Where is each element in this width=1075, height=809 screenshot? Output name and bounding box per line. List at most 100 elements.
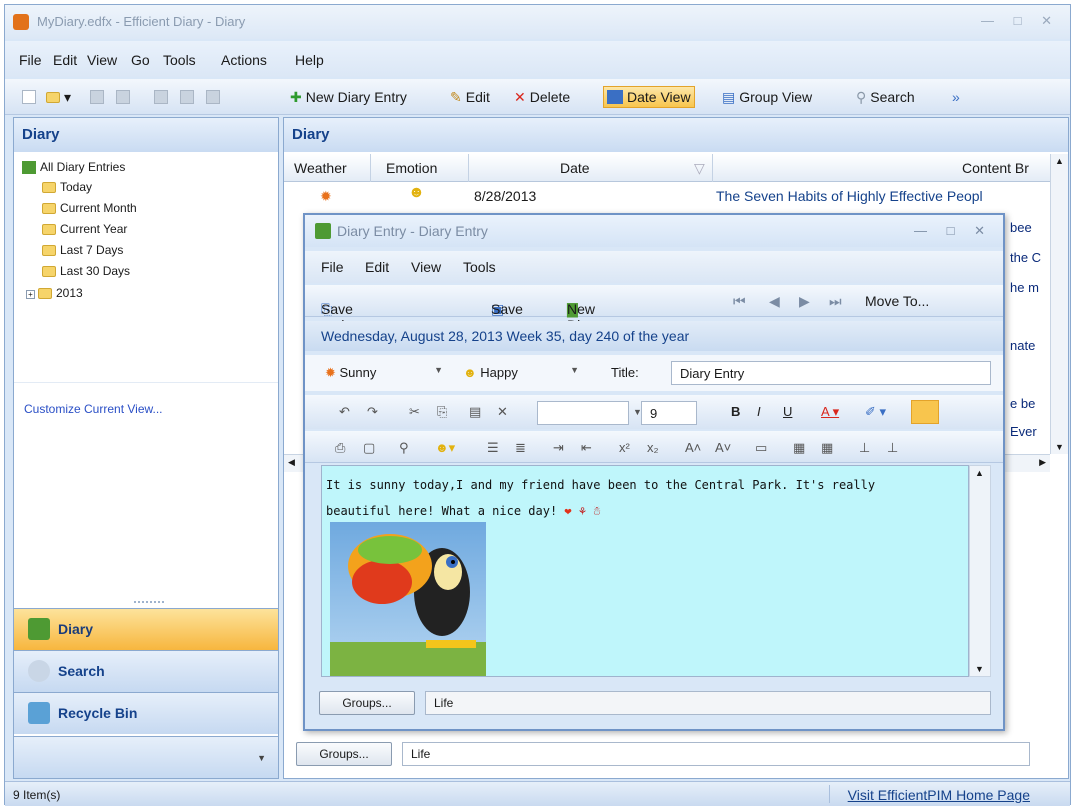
scroll-down-icon[interactable]: ▼: [975, 664, 984, 674]
superscript-icon[interactable]: x²: [619, 440, 630, 456]
dialog-menu-edit[interactable]: Edit: [365, 259, 389, 275]
list-vertical-scrollbar[interactable]: ▲ ▼: [1050, 154, 1068, 454]
more-options-icon[interactable]: »: [949, 86, 963, 108]
tree-item-current-month[interactable]: Current Month: [42, 201, 137, 215]
bullets-icon[interactable]: ☰: [487, 440, 499, 456]
dialog-window-controls[interactable]: — □ ✕: [914, 223, 993, 239]
last-entry-icon[interactable]: ⏭: [829, 293, 842, 310]
column-emotion[interactable]: Emotion: [386, 160, 437, 176]
weather-select[interactable]: ✹ Sunny ▼: [319, 361, 449, 385]
open-folder-icon[interactable]: ▾: [43, 86, 74, 108]
menu-file[interactable]: File: [19, 52, 42, 68]
search-button[interactable]: ⚲ Search: [853, 86, 918, 108]
toucan-image[interactable]: [330, 522, 486, 676]
tree-item-last-30-days[interactable]: Last 30 Days: [42, 264, 130, 278]
filter-icon[interactable]: ▽: [694, 160, 705, 177]
find-icon[interactable]: ⚲: [399, 440, 409, 456]
column-content[interactable]: Content Br: [962, 160, 1029, 176]
subscript-icon[interactable]: x₂: [647, 440, 659, 456]
insert-box-icon[interactable]: ▭: [755, 440, 767, 456]
indent-icon[interactable]: ⇥: [553, 440, 564, 456]
emoticon-icon[interactable]: ☻▾: [435, 440, 455, 456]
print-icon[interactable]: ⎙: [335, 440, 345, 456]
menu-tools[interactable]: Tools: [163, 52, 196, 68]
column-weather[interactable]: Weather: [294, 160, 347, 176]
new-entry-button[interactable]: ✚ New Diary Entry: [287, 86, 410, 108]
underline-icon[interactable]: U: [783, 404, 792, 420]
paragraph-format-icon[interactable]: [911, 400, 939, 424]
menu-actions[interactable]: Actions: [221, 52, 267, 68]
table-icon[interactable]: ▦: [821, 440, 833, 456]
scroll-down-icon[interactable]: ▼: [1055, 442, 1064, 452]
dialog-menu-view[interactable]: View: [411, 259, 441, 275]
numbering-icon[interactable]: ≣: [515, 440, 526, 456]
bold-icon[interactable]: B: [731, 404, 740, 420]
outdent-icon[interactable]: ⇤: [581, 440, 592, 456]
scroll-left-icon[interactable]: ◀: [288, 457, 295, 468]
tree-item-last-7-days[interactable]: Last 7 Days: [42, 243, 123, 257]
paste-icon[interactable]: ▤: [469, 404, 481, 420]
scroll-up-icon[interactable]: ▲: [1055, 156, 1064, 166]
tree-item-today[interactable]: Today: [42, 180, 92, 194]
nav-button-diary[interactable]: Diary: [14, 608, 278, 650]
align-icon[interactable]: ⊥: [859, 440, 870, 456]
scroll-up-icon[interactable]: ▲: [975, 468, 984, 478]
edit-button[interactable]: ✎ Edit: [447, 86, 493, 108]
previous-entry-icon[interactable]: ◀: [769, 293, 780, 310]
table-icon[interactable]: ▦: [793, 440, 805, 456]
menu-edit[interactable]: Edit: [53, 52, 77, 68]
entry-body[interactable]: It is sunny today,I and my friend have b…: [326, 472, 956, 524]
copy-icon[interactable]: ⎘: [437, 404, 447, 420]
menu-view[interactable]: View: [87, 52, 117, 68]
highlight-icon[interactable]: ✐ ▾: [865, 404, 886, 420]
editor-scrollbar[interactable]: ▲ ▼: [969, 465, 991, 677]
nav-pane-footer[interactable]: ▼: [14, 736, 278, 778]
tree-item-current-year[interactable]: Current Year: [42, 222, 127, 236]
clear-icon[interactable]: ✕: [497, 404, 508, 420]
shrink-font-icon[interactable]: A˅: [715, 440, 731, 456]
preview-icon[interactable]: [113, 86, 133, 108]
chevron-down-icon[interactable]: ▼: [257, 753, 266, 763]
paste-icon[interactable]: [203, 86, 223, 108]
scroll-right-icon[interactable]: ▶: [1039, 457, 1046, 468]
first-entry-icon[interactable]: ⏮: [733, 293, 746, 310]
splitter-grip[interactable]: [134, 601, 164, 605]
font-size-select[interactable]: 9: [641, 401, 697, 425]
dialog-groups-field[interactable]: Life: [425, 691, 991, 715]
column-date[interactable]: Date: [560, 160, 590, 176]
font-color-icon[interactable]: A ▾: [821, 404, 839, 420]
nav-button-recycle-bin[interactable]: Recycle Bin: [14, 692, 278, 734]
new-file-icon[interactable]: [19, 86, 39, 108]
title-input[interactable]: Diary Entry: [671, 361, 991, 385]
cut-icon[interactable]: ✂: [409, 404, 420, 420]
nav-button-search[interactable]: Search: [14, 650, 278, 692]
move-to-button[interactable]: Move To...: [865, 293, 929, 309]
window-controls[interactable]: — □ ✕: [981, 13, 1060, 29]
preview-icon[interactable]: ▢: [363, 440, 375, 456]
tree-item-2013[interactable]: +2013: [26, 286, 83, 300]
date-view-button[interactable]: Date View: [603, 86, 695, 108]
menu-go[interactable]: Go: [131, 52, 150, 68]
dialog-groups-button[interactable]: Groups...: [319, 691, 415, 715]
delete-button[interactable]: ✕ Delete: [511, 86, 573, 108]
entry-editor[interactable]: It is sunny today,I and my friend have b…: [321, 465, 969, 677]
customize-view-link[interactable]: Customize Current View...: [24, 402, 163, 416]
main-groups-field[interactable]: Life: [402, 742, 1030, 766]
tree-item-all-entries[interactable]: All Diary Entries: [22, 160, 125, 175]
next-entry-icon[interactable]: ▶: [799, 293, 810, 310]
undo-icon[interactable]: ↶: [339, 404, 350, 420]
expand-plus-icon[interactable]: +: [26, 290, 35, 299]
grow-font-icon[interactable]: A˄: [685, 440, 701, 456]
cut-icon[interactable]: [151, 86, 171, 108]
dialog-menu-tools[interactable]: Tools: [463, 259, 496, 275]
italic-icon[interactable]: I: [757, 404, 761, 420]
redo-icon[interactable]: ↷: [367, 404, 378, 420]
copy-icon[interactable]: [177, 86, 197, 108]
group-view-button[interactable]: ▤ Group View: [719, 86, 815, 108]
print-icon[interactable]: [87, 86, 107, 108]
main-groups-button[interactable]: Groups...: [296, 742, 392, 766]
font-name-select[interactable]: [537, 401, 629, 425]
align-icon[interactable]: ⊥: [887, 440, 898, 456]
dialog-menu-file[interactable]: File: [321, 259, 344, 275]
emotion-select[interactable]: ☻ Happy ▼: [457, 361, 585, 385]
